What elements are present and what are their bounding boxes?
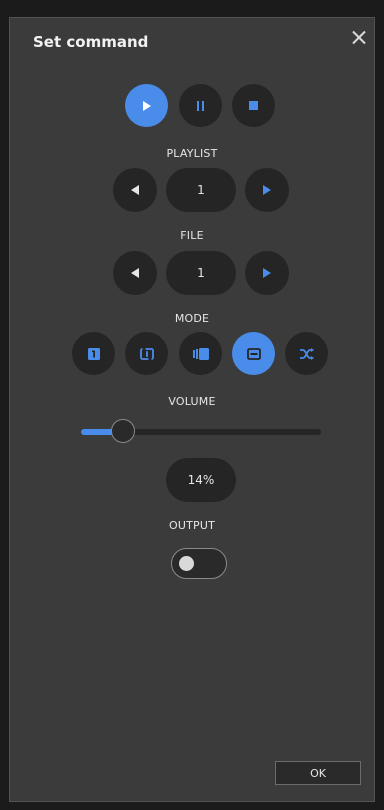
- playlist-prev-button[interactable]: [113, 168, 157, 212]
- playlist-label: PLAYLIST: [166, 147, 218, 160]
- close-icon[interactable]: [352, 30, 366, 44]
- repeat-all-icon: [246, 347, 261, 360]
- stop-icon: [249, 101, 258, 110]
- output-toggle-knob: [179, 556, 194, 571]
- mode-shuffle-button[interactable]: [285, 332, 328, 375]
- file-prev-button[interactable]: [113, 251, 157, 295]
- volume-label: VOLUME: [168, 395, 216, 408]
- play-icon: [142, 100, 151, 111]
- mode-label: MODE: [174, 312, 210, 325]
- file-next-button[interactable]: [245, 251, 289, 295]
- volume-slider[interactable]: [81, 419, 321, 443]
- output-label: OUTPUT: [168, 519, 216, 532]
- file-value[interactable]: 1: [166, 251, 236, 295]
- previous-icon: [131, 268, 139, 278]
- next-icon: [263, 185, 271, 195]
- volume-value: 14%: [166, 458, 236, 502]
- repeat-one-icon: [139, 347, 154, 360]
- previous-icon: [131, 185, 139, 195]
- mode-play-all-button[interactable]: [179, 332, 222, 375]
- next-icon: [263, 268, 271, 278]
- playlist-next-button[interactable]: [245, 168, 289, 212]
- output-toggle[interactable]: [171, 548, 227, 579]
- file-label: FILE: [180, 229, 204, 242]
- play-button[interactable]: [125, 84, 168, 127]
- set-command-dialog: [9, 17, 375, 802]
- play-all-icon: [192, 347, 209, 360]
- ok-button[interactable]: OK: [275, 761, 361, 785]
- playlist-value[interactable]: 1: [166, 168, 236, 212]
- mode-repeat-one-button[interactable]: [125, 332, 168, 375]
- mode-repeat-all-button[interactable]: [232, 332, 275, 375]
- shuffle-icon: [299, 347, 314, 360]
- dialog-title: Set command: [33, 33, 149, 51]
- mode-play-once-button[interactable]: [72, 332, 115, 375]
- stop-button[interactable]: [232, 84, 275, 127]
- play-once-icon: [87, 347, 100, 360]
- pause-button[interactable]: [179, 84, 222, 127]
- pause-icon: [197, 100, 204, 111]
- volume-slider-thumb[interactable]: [111, 419, 135, 443]
